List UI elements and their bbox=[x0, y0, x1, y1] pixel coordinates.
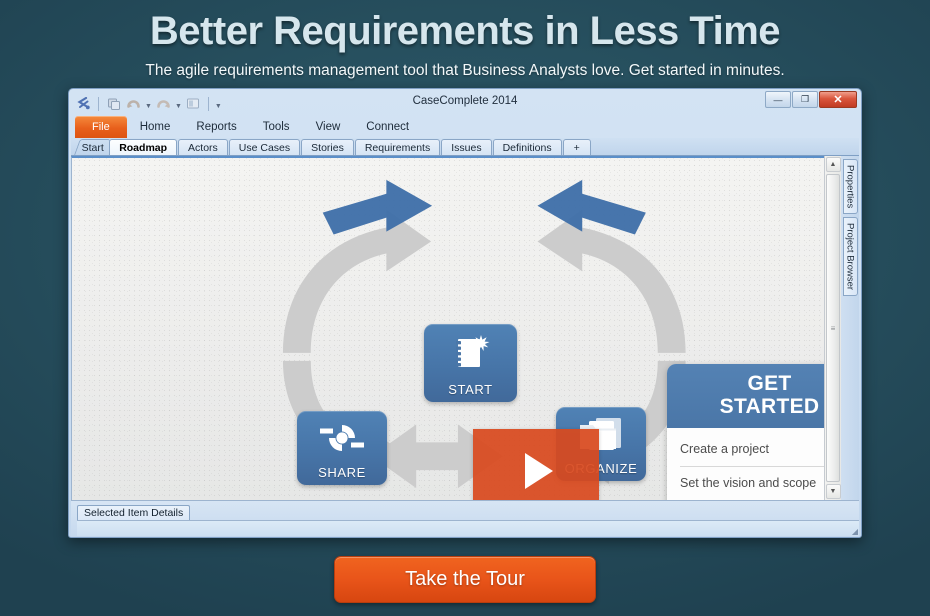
main-menubar[interactable]: File Home Reports Tools View Connect bbox=[71, 116, 859, 138]
get-started-heading-line2: STARTED bbox=[719, 395, 820, 418]
document-tabstrip[interactable]: Start Roadmap Actors Use Cases Stories R… bbox=[71, 138, 859, 156]
canvas-vertical-scrollbar[interactable]: ▲ ≡ ▼ bbox=[824, 156, 841, 500]
tab-requirements[interactable]: Requirements bbox=[354, 139, 441, 155]
tab-issues[interactable]: Issues bbox=[441, 139, 492, 155]
maximize-button[interactable]: ❐ bbox=[792, 91, 818, 108]
window-controls[interactable]: — ❐ ✕ bbox=[765, 91, 857, 108]
roadmap-node-share[interactable]: SHARE bbox=[297, 411, 387, 485]
get-started-card: GET STARTED Create a project Set the vis… bbox=[667, 364, 824, 500]
details-pane-body bbox=[77, 520, 859, 536]
get-started-list: Create a project Set the vision and scop… bbox=[667, 428, 824, 500]
side-tab-project-browser[interactable]: Project Browser bbox=[842, 217, 858, 297]
intro-video-overlay[interactable] bbox=[473, 429, 599, 500]
roadmap-node-start[interactable]: START bbox=[424, 324, 517, 402]
selected-item-details-pane: Selected Item Details ◢ bbox=[71, 500, 859, 536]
play-icon[interactable] bbox=[525, 453, 553, 489]
menu-item-file[interactable]: File bbox=[75, 116, 127, 138]
tab-roadmap[interactable]: Roadmap bbox=[109, 139, 178, 155]
close-button[interactable]: ✕ bbox=[819, 91, 857, 108]
workspace: START SHARE ORGANIZE GET STARTED Create … bbox=[71, 156, 859, 500]
page-subtitle: The agile requirements management tool t… bbox=[145, 62, 785, 79]
list-item[interactable]: Create a project bbox=[680, 433, 824, 467]
share-node-icon bbox=[297, 411, 387, 465]
window-title: CaseComplete 2014 bbox=[412, 95, 518, 107]
tab-add-new[interactable]: + bbox=[562, 139, 591, 155]
tab-start[interactable]: Start bbox=[74, 139, 112, 155]
notepad-sparkle-icon bbox=[424, 324, 517, 382]
cta-section: Take the Tour bbox=[0, 556, 930, 603]
tab-actors[interactable]: Actors bbox=[178, 139, 228, 155]
application-window: ▼ ▼ ▼ CaseComplete 2014 — ❐ ✕ File Home … bbox=[68, 88, 862, 538]
tab-use-cases[interactable]: Use Cases bbox=[228, 139, 301, 155]
roadmap-node-share-label: SHARE bbox=[318, 465, 366, 480]
right-side-tabs[interactable]: Properties Project Browser bbox=[841, 156, 859, 500]
scroll-up-button[interactable]: ▲ bbox=[825, 157, 841, 172]
page-title: Better Requirements in Less Time bbox=[149, 9, 781, 53]
side-tab-properties[interactable]: Properties bbox=[842, 159, 858, 215]
menu-item-reports[interactable]: Reports bbox=[183, 116, 249, 138]
resize-grip-icon[interactable]: ◢ bbox=[852, 528, 858, 536]
tab-start-label: Start bbox=[81, 141, 105, 154]
minimize-button[interactable]: — bbox=[765, 91, 791, 108]
menu-item-view[interactable]: View bbox=[303, 116, 354, 138]
menu-item-home[interactable]: Home bbox=[127, 116, 184, 138]
hero-section: Better Requirements in Less Time The agi… bbox=[0, 0, 930, 80]
list-item[interactable]: Set the vision and scope bbox=[680, 467, 824, 500]
get-started-heading: GET STARTED bbox=[667, 364, 824, 428]
window-titlebar: ▼ ▼ ▼ CaseComplete 2014 — ❐ ✕ bbox=[71, 91, 859, 116]
menu-item-connect[interactable]: Connect bbox=[353, 116, 422, 138]
get-started-heading-line1: GET bbox=[747, 372, 792, 395]
tab-stories[interactable]: Stories bbox=[301, 139, 354, 155]
scrollbar-thumb[interactable]: ≡ bbox=[826, 174, 840, 482]
menu-item-tools[interactable]: Tools bbox=[250, 116, 303, 138]
take-the-tour-button[interactable]: Take the Tour bbox=[334, 556, 596, 603]
details-tab[interactable]: Selected Item Details bbox=[77, 505, 191, 520]
roadmap-canvas[interactable]: START SHARE ORGANIZE GET STARTED Create … bbox=[71, 156, 824, 500]
roadmap-node-start-label: START bbox=[448, 382, 493, 397]
tab-definitions[interactable]: Definitions bbox=[492, 139, 562, 155]
scroll-down-button[interactable]: ▼ bbox=[825, 484, 841, 499]
